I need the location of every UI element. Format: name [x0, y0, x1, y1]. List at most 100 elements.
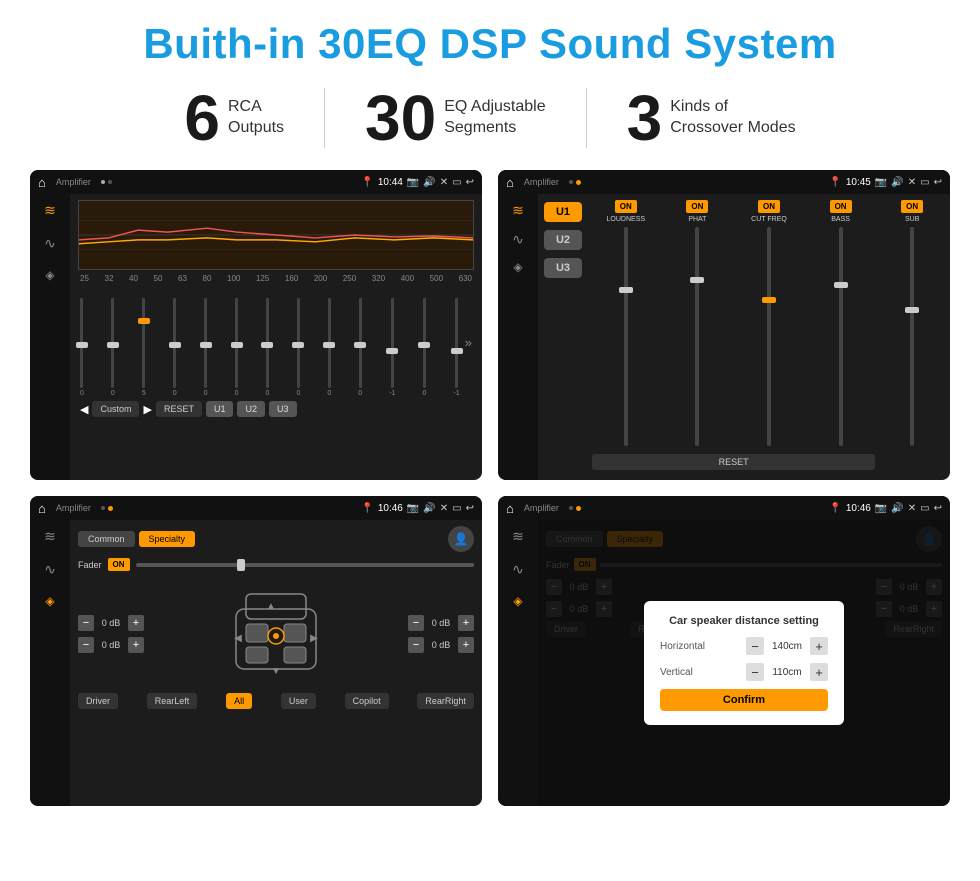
left-db1-minus[interactable]: − [78, 615, 94, 631]
eq-val-0: 0 [80, 390, 84, 397]
screen4-dot1 [569, 506, 573, 510]
svg-text:▲: ▲ [266, 601, 276, 612]
user-button[interactable]: User [281, 693, 316, 709]
eq-u2-button[interactable]: U2 [237, 401, 265, 417]
screen1-back-icon: ↩ [466, 177, 474, 188]
copilot-button[interactable]: Copilot [345, 693, 389, 709]
cutfreq-on-btn[interactable]: ON [758, 200, 780, 213]
horizontal-plus-button[interactable]: + [810, 637, 828, 655]
screen1-home-icon: ⌂ [38, 175, 46, 190]
right-db1-value: 0 dB [427, 618, 455, 628]
sub-thumb [905, 307, 919, 313]
sub-on-btn[interactable]: ON [901, 200, 923, 213]
eq-graph-svg [79, 201, 473, 269]
eq-content: ≋ ∿ ◈ [30, 194, 482, 480]
screen2-cam-icon: 📷 [875, 177, 887, 188]
u-buttons-col: U1 U2 U3 [538, 194, 588, 480]
all-button[interactable]: All [226, 693, 252, 709]
eq-slider-5[interactable]: 0 [235, 298, 239, 397]
eq-slider-10[interactable]: -1 [389, 298, 395, 397]
screen2-title: Amplifier [524, 177, 559, 187]
driver-button[interactable]: Driver [78, 693, 118, 709]
eq-slider-11[interactable]: 0 [422, 298, 426, 397]
confirm-button[interactable]: Confirm [660, 689, 828, 711]
horizontal-minus-button[interactable]: − [746, 637, 764, 655]
u2-button[interactable]: U2 [544, 230, 582, 250]
dialog-vertical-row: Vertical − 110cm + [660, 663, 828, 681]
phat-on-btn[interactable]: ON [686, 200, 708, 213]
screen2-vol-icon: 🔊 [891, 177, 903, 188]
bass-track [839, 227, 843, 446]
cutfreq-track [767, 227, 771, 446]
eq-val-5: 0 [235, 390, 239, 397]
eq-play-button[interactable]: ▶ [143, 403, 151, 416]
eq-slider-7[interactable]: 0 [296, 298, 300, 397]
eq-custom-button[interactable]: Custom [92, 401, 139, 417]
stat-rca-number: 6 [184, 86, 220, 150]
bass-thumb [834, 282, 848, 288]
cutfreq-label: CUT FREQ [751, 216, 787, 223]
eq-prev-button[interactable]: ◀ [80, 403, 88, 416]
bass-on-btn[interactable]: ON [830, 200, 852, 213]
eq-slider-3[interactable]: 0 [173, 298, 177, 397]
tab-specialty[interactable]: Specialty [139, 531, 196, 547]
stat-crossover-label1: Kinds of [670, 97, 795, 118]
eq-slider-9[interactable]: 0 [358, 298, 362, 397]
rearright-button[interactable]: RearRight [417, 693, 474, 709]
screen1-x-icon: ✕ [440, 177, 448, 188]
speaker-eq-icon: ≋ [44, 528, 56, 545]
loudness-on-btn[interactable]: ON [615, 200, 637, 213]
right-db2-minus[interactable]: − [408, 637, 424, 653]
eq-thumb-0 [76, 342, 88, 348]
eq-thumb-10 [386, 348, 398, 354]
left-db-2: − 0 dB + [78, 637, 144, 653]
eq-val-12: -1 [453, 390, 459, 397]
fader-slider[interactable] [136, 563, 474, 567]
screens-grid: ⌂ Amplifier 📍 10:44 📷 🔊 ✕ ▭ ↩ [30, 170, 950, 806]
u1-button[interactable]: U1 [544, 202, 582, 222]
screen1-status-icons: 📍 10:44 📷 🔊 ✕ ▭ ↩ [361, 177, 474, 188]
eq-slider-2[interactable]: 5 [142, 298, 146, 397]
left-db2-minus[interactable]: − [78, 637, 94, 653]
right-db1-plus[interactable]: + [458, 615, 474, 631]
screen3-home-icon: ⌂ [38, 501, 46, 516]
eq-slider-12[interactable]: -1 [453, 298, 459, 397]
eq-thumb-1 [107, 342, 119, 348]
vertical-minus-button[interactable]: − [746, 663, 764, 681]
eq-thumb-9 [354, 342, 366, 348]
screen-speaker: ⌂ Amplifier 📍 10:46 📷 🔊 ✕ ▭ ↩ [30, 496, 482, 806]
eq-slider-8[interactable]: 0 [327, 298, 331, 397]
fader-on-button[interactable]: ON [108, 558, 130, 571]
eq-slider-4[interactable]: 0 [204, 298, 208, 397]
amp-reset-button[interactable]: RESET [592, 454, 875, 470]
tab-common[interactable]: Common [78, 531, 135, 547]
left-db1-plus[interactable]: + [128, 615, 144, 631]
eq-val-10: -1 [389, 390, 395, 397]
screen-eq: ⌂ Amplifier 📍 10:44 📷 🔊 ✕ ▭ ↩ [30, 170, 482, 480]
screen1-dot1 [101, 180, 105, 184]
eq-slider-1[interactable]: 0 [111, 298, 115, 397]
eq-u3-button[interactable]: U3 [269, 401, 297, 417]
eq-reset-button[interactable]: RESET [156, 401, 202, 417]
amp-speaker-icon: ◈ [513, 260, 522, 274]
eq-u1-button[interactable]: U1 [206, 401, 234, 417]
screen2-home-icon: ⌂ [506, 175, 514, 190]
eq-slider-0[interactable]: 0 [80, 298, 84, 397]
right-db2-plus[interactable]: + [458, 637, 474, 653]
eq-thumb-3 [169, 342, 181, 348]
dialog-overlay: Car speaker distance setting Horizontal … [538, 520, 950, 806]
screen3-status-icons: 📍 10:46 📷 🔊 ✕ ▭ ↩ [361, 503, 474, 514]
screen3-dot2 [108, 506, 113, 511]
rearleft-button[interactable]: RearLeft [147, 693, 198, 709]
screen3-x-icon: ✕ [440, 503, 448, 514]
channel-bass: ON BASS [807, 200, 875, 446]
eq-track-8 [328, 298, 331, 388]
speaker-speaker-icon: ◈ [45, 594, 54, 608]
eq-slider-6[interactable]: 0 [266, 298, 270, 397]
vertical-plus-button[interactable]: + [810, 663, 828, 681]
right-db1-minus[interactable]: − [408, 615, 424, 631]
left-db2-plus[interactable]: + [128, 637, 144, 653]
stat-eq-label1: EQ Adjustable [444, 97, 545, 118]
speaker-sidebar: ≋ ∿ ◈ [30, 520, 70, 806]
u3-button[interactable]: U3 [544, 258, 582, 278]
